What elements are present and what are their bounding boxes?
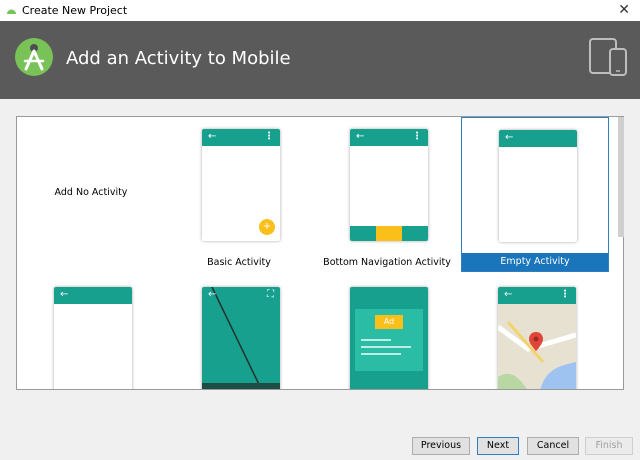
wizard-header: Add an Activity to Mobile <box>0 21 640 99</box>
app-bar: ← ⋮ <box>350 129 428 146</box>
activity-gallery[interactable]: Add No Activity ← ⋮ + Basic Activity ← ⋮… <box>16 116 624 390</box>
cancel-button[interactable]: Cancel <box>527 437 579 455</box>
tile-fullscreen-activity[interactable]: ← ⛶ <box>165 275 313 389</box>
ad-badge: Ad <box>375 315 403 329</box>
phone-preview: ← ⋮ <box>498 287 576 389</box>
window-titlebar: Create New Project ✕ <box>0 0 640 21</box>
diagonal-line-graphic <box>202 287 280 389</box>
phone-preview: ← ⛶ <box>202 287 280 389</box>
android-studio-small-icon <box>7 9 16 14</box>
tile-basic-activity[interactable]: ← ⋮ + Basic Activity <box>165 117 313 272</box>
back-arrow-icon: ← <box>356 131 365 142</box>
phone-preview: ← <box>54 287 132 389</box>
back-arrow-icon: ← <box>504 289 513 300</box>
tile-label: Basic Activity <box>207 257 271 268</box>
phone-preview: Ad <box>350 287 428 389</box>
fab-plus-icon: + <box>259 219 275 235</box>
bottom-nav-selected-item <box>376 226 402 241</box>
finish-button[interactable]: Finish <box>585 437 633 455</box>
text-line <box>361 339 391 341</box>
gallery-scrollbar[interactable] <box>618 117 624 237</box>
overflow-menu-icon: ⋮ <box>560 289 570 300</box>
back-arrow-icon: ← <box>60 289 69 300</box>
app-bar: ← <box>499 130 577 147</box>
fullscreen-expand-icon: ⛶ <box>267 289 274 300</box>
android-studio-icon <box>15 38 53 76</box>
phone-preview: ← ⋮ + <box>202 129 280 241</box>
text-line <box>361 353 401 355</box>
app-bar: ← <box>54 287 132 304</box>
back-arrow-icon: ← <box>505 132 514 143</box>
bottom-navigation-bar <box>350 226 428 241</box>
tile-empty-activity[interactable]: ← Empty Activity <box>461 117 609 272</box>
overflow-menu-icon: ⋮ <box>264 131 274 142</box>
tile-bottom-navigation-activity[interactable]: ← ⋮ Bottom Navigation Activity <box>313 117 461 272</box>
close-window-button[interactable]: ✕ <box>618 2 630 18</box>
tile-label: Bottom Navigation Activity <box>323 257 451 268</box>
overflow-menu-icon: ⋮ <box>412 131 422 142</box>
window-title: Create New Project <box>22 4 128 17</box>
tile-fullscreen-blank-activity[interactable]: ← <box>17 275 165 389</box>
phone-tablet-icon <box>589 38 627 76</box>
back-arrow-icon: ← <box>208 131 217 142</box>
previous-button[interactable]: Previous <box>412 437 470 455</box>
phone-preview: ← <box>499 130 577 242</box>
tile-google-admob-ads-activity[interactable]: Ad <box>313 275 461 389</box>
map-graphic <box>498 287 576 389</box>
text-line <box>361 346 411 348</box>
tile-google-maps-activity[interactable]: ← ⋮ <box>461 275 609 389</box>
next-button[interactable]: Next <box>477 437 519 455</box>
ad-card: Ad <box>355 309 423 371</box>
page-title: Add an Activity to Mobile <box>66 48 291 69</box>
tile-add-no-activity[interactable]: Add No Activity <box>17 117 165 272</box>
tile-label: Add No Activity <box>54 187 128 198</box>
tile-label: Empty Activity <box>462 253 608 271</box>
back-arrow-icon: ← <box>208 289 217 300</box>
phone-preview: ← ⋮ <box>350 129 428 241</box>
app-bar: ← ⋮ <box>202 129 280 146</box>
